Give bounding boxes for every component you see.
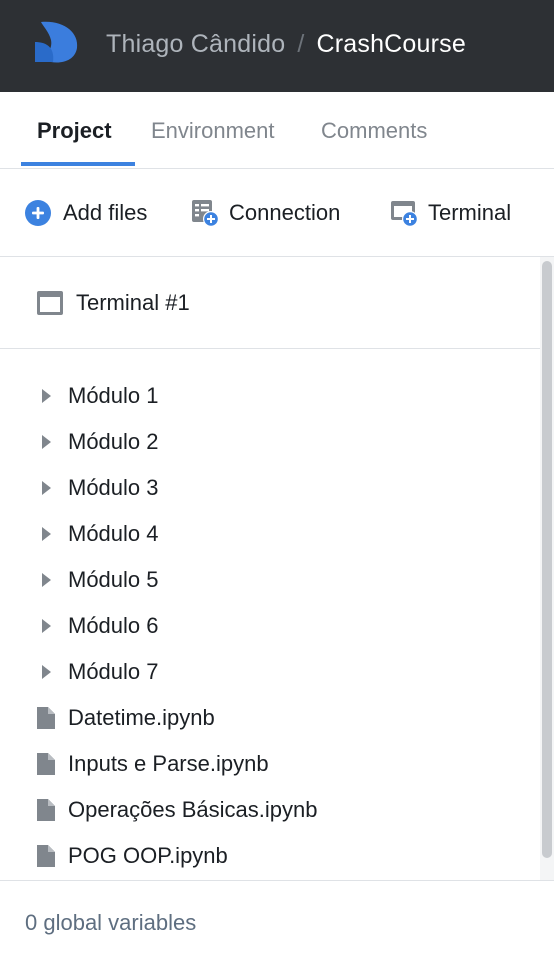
sidebar-tabs: Project Environment Comments	[0, 92, 554, 169]
breadcrumb-project[interactable]: CrashCourse	[316, 30, 465, 59]
app-header: Thiago Cândido / CrashCourse	[0, 0, 554, 92]
breadcrumb-user[interactable]: Thiago Cândido	[106, 30, 285, 59]
folder-name: Módulo 2	[68, 429, 159, 454]
file-name: Datetime.ipynb	[68, 705, 215, 730]
tab-comments[interactable]: Comments	[321, 92, 427, 169]
plus-circle-icon	[24, 198, 54, 228]
tab-project[interactable]: Project	[37, 92, 112, 169]
global-variables-count: 0 global variables	[25, 910, 197, 935]
file-icon	[36, 695, 56, 741]
file-item[interactable]: Operações Básicas.ipynb	[36, 787, 317, 833]
add-files-button[interactable]: Add files	[24, 169, 147, 257]
folder-item[interactable]: Módulo 7	[36, 649, 159, 695]
folder-name: Módulo 1	[68, 383, 159, 408]
folder-name: Módulo 5	[68, 567, 159, 592]
file-name: POG OOP.ipynb	[68, 843, 228, 868]
folder-item[interactable]: Módulo 3	[36, 465, 159, 511]
add-files-label: Add files	[63, 200, 148, 225]
folder-item[interactable]: Módulo 5	[36, 557, 159, 603]
connection-button[interactable]: Connection	[190, 169, 340, 257]
folder-name: Módulo 7	[68, 659, 159, 684]
file-item[interactable]: POG OOP.ipynb	[36, 833, 228, 879]
terminal-item[interactable]: Terminal #1	[36, 257, 190, 349]
file-name: Operações Básicas.ipynb	[68, 797, 318, 822]
file-icon	[36, 741, 56, 787]
terminals-section: Terminal #1	[0, 257, 540, 349]
caret-right-icon[interactable]	[36, 603, 56, 649]
folder-name: Módulo 3	[68, 475, 159, 500]
scrollbar-track[interactable]	[540, 257, 554, 880]
deepnote-logo-icon[interactable]	[33, 20, 79, 64]
folder-item[interactable]: Módulo 4	[36, 511, 159, 557]
caret-right-icon[interactable]	[36, 511, 56, 557]
terminal-label: Terminal	[428, 200, 512, 225]
project-toolbar: Add files Connection Terminal	[0, 169, 554, 257]
folder-item[interactable]: Módulo 1	[36, 373, 159, 419]
scrollbar-thumb[interactable]	[542, 261, 552, 858]
file-name: Inputs e Parse.ipynb	[68, 751, 269, 776]
caret-right-icon[interactable]	[36, 557, 56, 603]
variables-footer[interactable]: 0 global variables	[0, 880, 554, 965]
folder-item[interactable]: Módulo 2	[36, 419, 159, 465]
connection-add-icon	[190, 198, 220, 228]
active-tab-indicator	[21, 162, 135, 166]
terminal-button[interactable]: Terminal	[389, 169, 511, 257]
file-item[interactable]: Inputs e Parse.ipynb	[36, 741, 269, 787]
caret-right-icon[interactable]	[36, 373, 56, 419]
file-tree: Módulo 1 Módulo 2 Módulo 3 Módulo 4 Módu…	[0, 350, 540, 880]
breadcrumb-separator: /	[297, 29, 305, 58]
file-item[interactable]: Datetime.ipynb	[36, 695, 215, 741]
file-icon	[36, 787, 56, 833]
breadcrumb: Thiago Cândido / CrashCourse	[106, 0, 466, 88]
caret-right-icon[interactable]	[36, 465, 56, 511]
folder-name: Módulo 4	[68, 521, 159, 546]
caret-right-icon[interactable]	[36, 419, 56, 465]
terminal-icon	[36, 290, 64, 316]
terminal-add-icon	[389, 198, 419, 228]
caret-right-icon[interactable]	[36, 649, 56, 695]
folder-item[interactable]: Módulo 6	[36, 603, 159, 649]
tab-environment[interactable]: Environment	[151, 92, 275, 169]
terminal-item-label: Terminal #1	[76, 290, 190, 315]
file-icon	[36, 833, 56, 879]
connection-label: Connection	[229, 200, 341, 225]
folder-name: Módulo 6	[68, 613, 159, 638]
